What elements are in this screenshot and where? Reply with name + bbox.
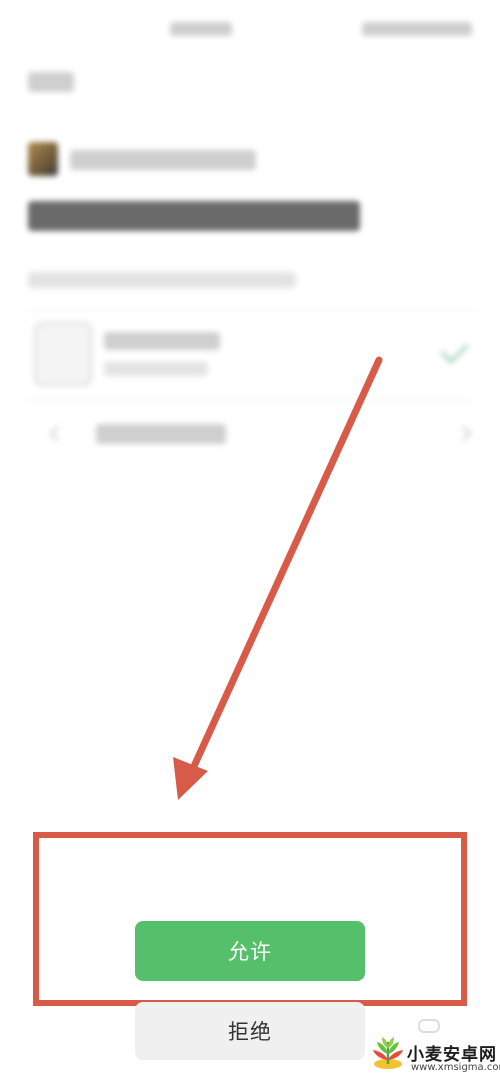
- heading-blur: [28, 201, 360, 231]
- deny-button[interactable]: 拒绝: [135, 1002, 365, 1060]
- status-time-blur: [170, 22, 232, 36]
- subtitle-blur: [28, 272, 296, 288]
- chevron-right-icon: [455, 425, 472, 442]
- status-icons-blur: [362, 22, 472, 36]
- account-name-blur: [104, 332, 220, 350]
- divider-mid: [28, 400, 474, 401]
- checkmark-icon: [440, 335, 469, 364]
- divider-top: [28, 310, 474, 311]
- screen: 允许 拒绝 小麦安卓网 www.xmsigma.com: [0, 0, 500, 1076]
- app-name-blur: [70, 150, 256, 170]
- avatar: [34, 322, 92, 386]
- allow-button[interactable]: 允许: [135, 921, 365, 981]
- close-link-blur[interactable]: [28, 72, 74, 92]
- other-account-blur[interactable]: [96, 424, 226, 444]
- watermark-url: www.xmsigma.com: [411, 1062, 500, 1073]
- app-thumbnail: [28, 142, 58, 176]
- watermark: 小麦安卓网 www.xmsigma.com: [371, 1028, 500, 1076]
- account-desc-blur: [104, 362, 208, 376]
- wheat-logo-icon: [373, 1037, 403, 1069]
- blurred-background: [0, 0, 500, 1076]
- chevron-left-icon: [49, 425, 66, 442]
